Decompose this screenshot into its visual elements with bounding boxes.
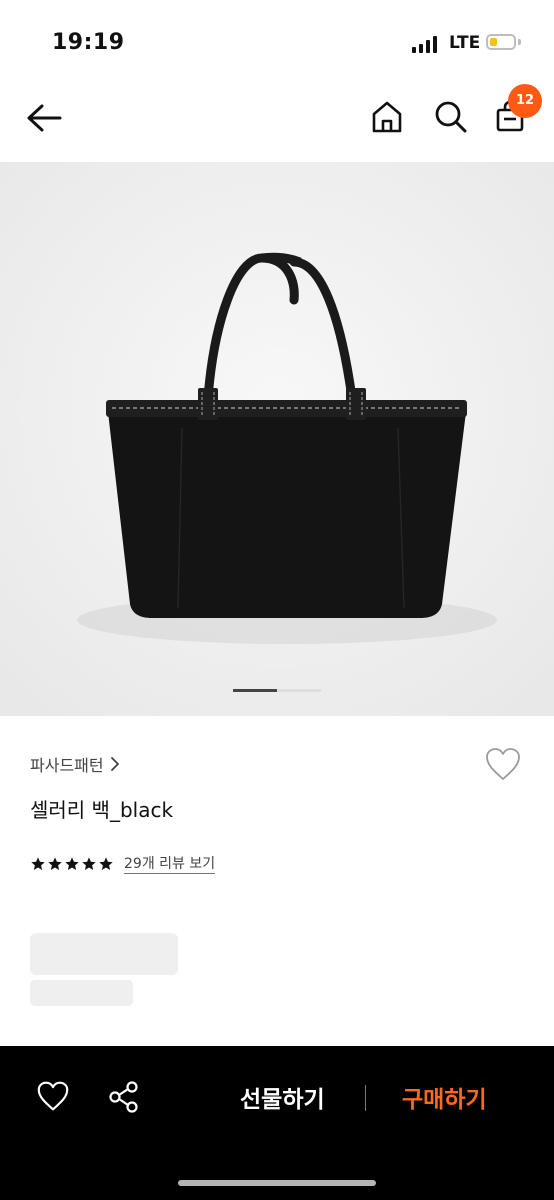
carousel-indicator (233, 689, 321, 692)
signal-icon (412, 35, 438, 53)
brand-name: 파사드패턴 (30, 756, 104, 775)
home-button[interactable] (370, 100, 404, 138)
status-bar: 19:19 LTE (0, 0, 554, 80)
brand-link[interactable]: 파사드패턴 (30, 752, 120, 776)
back-button[interactable] (24, 102, 64, 138)
product-title: 셀러리 백_black (30, 798, 174, 822)
share-button[interactable] (107, 1080, 141, 1118)
home-indicator (178, 1180, 376, 1186)
search-icon (435, 101, 467, 133)
star-icon (48, 857, 62, 870)
home-icon (372, 101, 402, 133)
favorite-button[interactable] (484, 746, 522, 782)
review-link[interactable]: 29개 리뷰 보기 (124, 855, 216, 874)
product-image-carousel[interactable] (0, 162, 554, 716)
gift-button[interactable]: 선물하기 (240, 1080, 325, 1114)
battery-icon (486, 34, 516, 50)
cart-count-badge: 12 (508, 84, 542, 118)
arrow-left-icon (27, 104, 62, 132)
star-icon (65, 857, 79, 870)
star-icon (82, 857, 96, 870)
heart-icon (486, 748, 520, 780)
search-button[interactable] (434, 100, 468, 138)
subtext-placeholder (30, 980, 133, 1006)
product-image (0, 162, 554, 716)
network-label: LTE (449, 33, 481, 53)
bottom-action-bar (0, 1046, 554, 1200)
bottom-favorite-button[interactable] (36, 1080, 70, 1116)
price-placeholder (30, 933, 178, 975)
heart-icon (37, 1081, 69, 1111)
battery-cap (518, 39, 521, 45)
top-nav (0, 80, 554, 162)
bottom-divider (365, 1085, 366, 1111)
buy-button[interactable]: 구매하기 (402, 1080, 487, 1114)
star-icon (99, 857, 113, 870)
rating-row: 29개 리뷰 보기 (30, 852, 216, 876)
carousel-indicator-active (233, 689, 277, 692)
rating-stars (30, 856, 114, 872)
status-time: 19:19 (52, 30, 125, 55)
chevron-right-icon (110, 757, 119, 771)
star-icon (31, 857, 45, 870)
share-icon (109, 1081, 138, 1113)
